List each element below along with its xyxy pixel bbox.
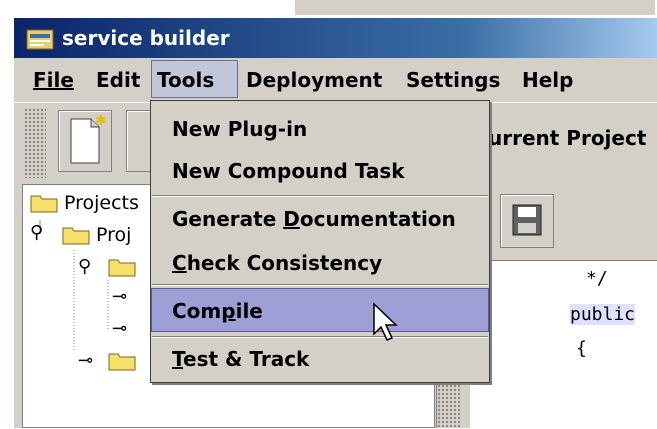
save-icon	[512, 204, 542, 236]
background-window-strip	[0, 0, 657, 18]
tree-project-label[interactable]: Proj	[96, 224, 131, 246]
folder-open-icon	[30, 195, 58, 213]
save-button[interactable]	[500, 194, 554, 248]
menu-item-check-consistency[interactable]: Check Consistency	[172, 248, 382, 278]
menu-separator	[152, 284, 488, 286]
folder-open-icon	[62, 227, 90, 245]
menu-edit[interactable]: Edit	[96, 63, 140, 97]
menu-file[interactable]: File	[33, 63, 74, 97]
menu-item-new-compound-task[interactable]: New Compound Task	[172, 156, 405, 186]
code-line-1: */	[586, 268, 608, 289]
menu-deployment[interactable]: Deployment	[246, 63, 382, 97]
menu-item-compile[interactable]: Compile	[172, 296, 263, 326]
menu-help[interactable]: Help	[522, 63, 573, 97]
collapse-handle-icon[interactable]: ⊸	[112, 318, 127, 339]
menu-separator	[152, 195, 488, 197]
window-title: service builder	[62, 26, 230, 50]
mouse-pointer-icon	[373, 302, 398, 341]
expand-handle-icon[interactable]: ⚲	[30, 222, 43, 243]
expand-handle-icon[interactable]: ⚲	[78, 256, 91, 277]
folder-closed-icon	[108, 353, 136, 371]
collapse-handle-icon[interactable]: ⊸	[78, 350, 93, 371]
svg-text:✱: ✱	[95, 113, 107, 129]
folder-open-icon	[108, 259, 136, 277]
menu-item-new-plug-in[interactable]: New Plug-in	[172, 114, 307, 144]
menu-tools[interactable]: Tools	[157, 63, 214, 97]
new-file-button[interactable]: ✱	[58, 110, 112, 172]
open-button[interactable]	[126, 110, 152, 172]
tree-root-label[interactable]: Projects	[64, 192, 139, 214]
code-editor[interactable]	[470, 260, 657, 429]
new-file-icon: ✱	[70, 113, 107, 164]
menu-item-test-track[interactable]: Test & Track	[172, 344, 309, 374]
current-project-label: urrent Project	[488, 126, 647, 150]
collapse-handle-icon[interactable]: ⊸	[112, 286, 127, 307]
app-icon	[26, 29, 54, 50]
toolbar-grip[interactable]	[24, 108, 46, 178]
menu-item-generate-documentation[interactable]: Generate Documentation	[172, 204, 456, 234]
code-line-3: {	[576, 338, 587, 359]
menu-settings[interactable]: Settings	[406, 63, 500, 97]
menu-separator	[152, 336, 488, 338]
code-line-2: public	[570, 304, 636, 325]
